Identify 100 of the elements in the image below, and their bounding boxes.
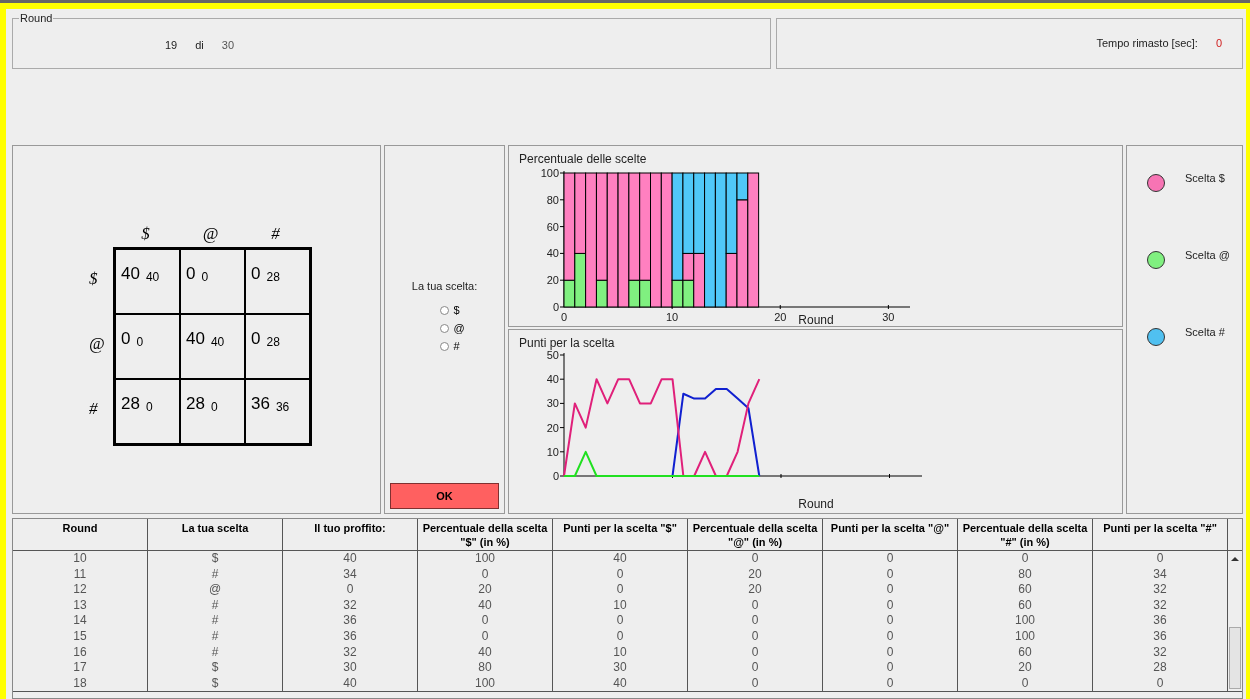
table-cell: 0 <box>823 675 958 692</box>
row-header: $ <box>89 268 98 291</box>
column-header: Punti per la scelta "@" <box>823 519 958 550</box>
other-payoff: 0 <box>136 333 144 351</box>
table-cell: 40 <box>283 675 418 692</box>
column-header: $ <box>140 223 151 245</box>
table-cell: 0 <box>688 675 823 692</box>
table-cell: 36 <box>283 613 418 629</box>
table-cell: 17 <box>13 660 148 676</box>
other-payoff: 40 <box>210 333 225 351</box>
ok-button[interactable]: OK <box>390 483 499 509</box>
table-cell: 20 <box>688 566 823 583</box>
table-cell: 60 <box>958 582 1093 598</box>
table-cell: 80 <box>418 660 553 676</box>
table-cell: 11 <box>13 566 148 583</box>
table-cell: 60 <box>958 644 1093 661</box>
row-header: # <box>89 398 98 421</box>
tick-label: 80 <box>546 193 559 206</box>
column-header: Percentuale della scelta "$" (in %) <box>418 519 553 550</box>
own-payoff: 0 <box>121 328 131 349</box>
other-payoff: 36 <box>275 398 290 416</box>
tick-label: 0 <box>552 301 559 313</box>
table-cell: 32 <box>1093 582 1228 598</box>
table-cell: 100 <box>418 551 553 567</box>
tick-label: 20 <box>774 311 787 323</box>
table-cell: 12 <box>13 582 148 598</box>
table-cell: 40 <box>283 551 418 567</box>
table-cell: 32 <box>283 644 418 661</box>
table-cell: 13 <box>13 597 148 614</box>
choice-label: La tua scelta: <box>411 279 478 294</box>
table-cell: $ <box>148 551 283 567</box>
axis-label: Round <box>798 313 834 327</box>
table-cell: 0 <box>958 551 1093 567</box>
table-cell: 0 <box>553 613 688 629</box>
own-payoff: 28 <box>186 393 205 414</box>
own-payoff: 28 <box>121 393 140 414</box>
tick-label: 0 <box>560 311 568 323</box>
other-payoff: 0 <box>145 398 153 416</box>
table-cell: 0 <box>688 597 823 614</box>
table-cell: 36 <box>1093 613 1228 629</box>
tick-label: 20 <box>546 274 559 287</box>
column-header: Percentuale della scelta "@" (in %) <box>688 519 823 550</box>
table-cell: 0 <box>823 582 958 598</box>
table-cell: 60 <box>958 597 1093 614</box>
legend-label: Scelta $ <box>1185 171 1225 186</box>
scrollbar-thumb[interactable] <box>1229 627 1241 690</box>
table-cell: 0 <box>688 660 823 676</box>
other-payoff: 0 <box>201 268 209 286</box>
own-payoff: 0 <box>251 263 261 284</box>
timer-label: Tempo rimasto [sec]: <box>1096 36 1198 52</box>
table-cell: 0 <box>553 582 688 598</box>
table-cell: 36 <box>283 628 418 645</box>
table-cell: 80 <box>958 566 1093 583</box>
chart-title: Punti per la scelta <box>519 336 615 350</box>
table-cell: @ <box>148 582 283 598</box>
tick-label: 30 <box>882 311 895 323</box>
tick-label: 10 <box>546 445 559 458</box>
table-cell: 0 <box>958 675 1093 692</box>
column-header: Il tuo proffito: <box>283 519 418 550</box>
column-header: # <box>270 223 281 245</box>
own-payoff: 0 <box>186 263 196 284</box>
table-cell: 34 <box>283 566 418 583</box>
table-cell: # <box>148 613 283 629</box>
radio-option[interactable]: @ <box>424 320 465 337</box>
table-cell: 0 <box>553 566 688 583</box>
table-cell: 16 <box>13 644 148 661</box>
table-cell: $ <box>148 660 283 676</box>
axis-label: Round <box>798 497 834 511</box>
table-cell: 0 <box>688 551 823 567</box>
own-payoff: 40 <box>121 263 140 284</box>
total-rounds: 30 <box>221 38 235 53</box>
table-cell: 15 <box>13 628 148 645</box>
tick-label: 0 <box>552 470 559 482</box>
table-cell: 40 <box>418 597 553 614</box>
table-cell: 0 <box>688 628 823 645</box>
radio-option[interactable]: # <box>424 338 465 355</box>
radio-option[interactable]: $ <box>424 302 465 319</box>
own-payoff: 40 <box>186 328 205 349</box>
tick-label: 40 <box>546 247 559 260</box>
own-payoff: 36 <box>251 393 270 414</box>
table-cell: 10 <box>553 644 688 661</box>
other-payoff: 28 <box>266 333 280 351</box>
tick-label: 100 <box>540 167 559 179</box>
table-cell: # <box>148 644 283 661</box>
table-cell: 100 <box>958 628 1093 645</box>
table-cell: 18 <box>13 675 148 692</box>
table-cell: 32 <box>283 597 418 614</box>
table-cell: 20 <box>688 582 823 598</box>
table-cell: 20 <box>418 582 553 598</box>
tick-label: 50 <box>546 349 559 361</box>
table-cell: 34 <box>1093 566 1228 583</box>
table-cell: 0 <box>823 660 958 676</box>
table-cell: 0 <box>823 566 958 583</box>
other-payoff: 0 <box>210 398 218 416</box>
own-payoff: 0 <box>251 328 261 349</box>
table-cell: 30 <box>553 660 688 676</box>
other-payoff: 40 <box>145 268 160 286</box>
table-cell: 10 <box>13 551 148 567</box>
table-cell: 0 <box>823 613 958 629</box>
scroll-up-icon[interactable] <box>1231 556 1239 562</box>
